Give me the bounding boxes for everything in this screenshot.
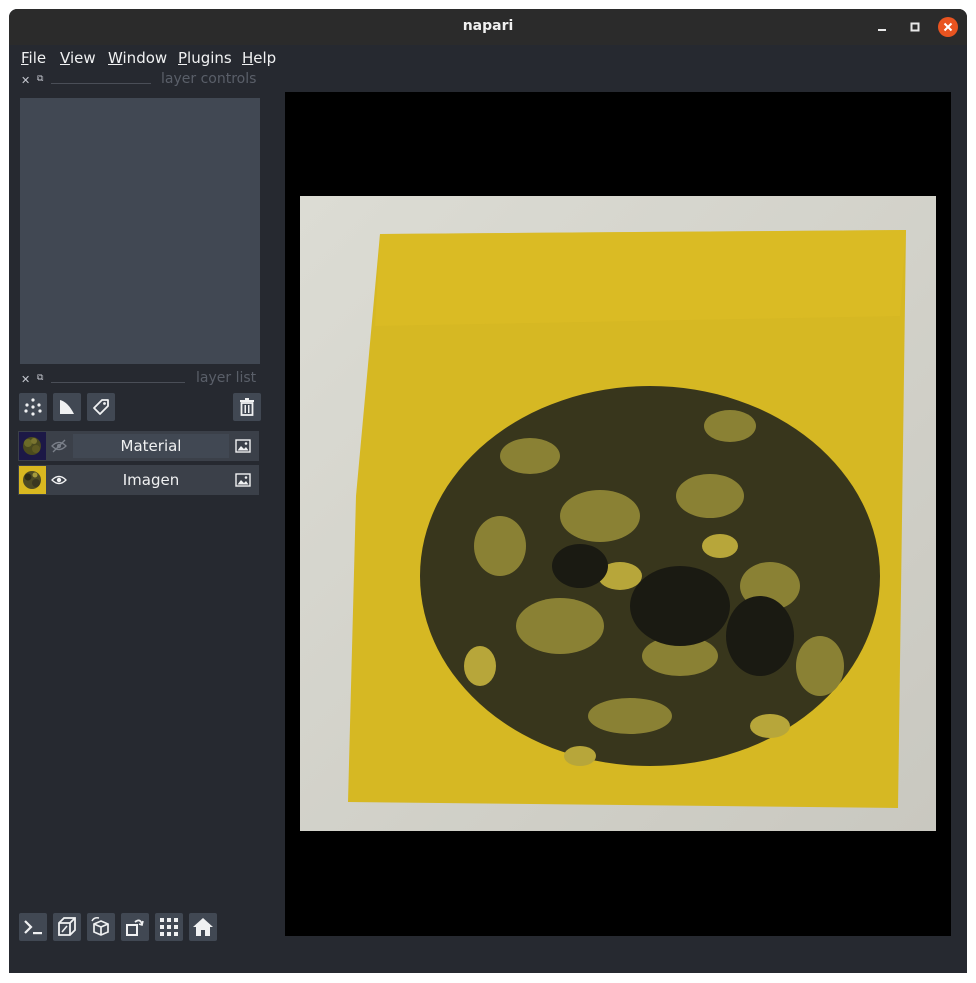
layer-list-title: layer list <box>196 370 257 386</box>
layer-controls-title: layer controls <box>161 71 257 87</box>
roll-dims-button[interactable] <box>87 913 115 941</box>
new-points-layer-icon <box>24 398 42 416</box>
close-icon[interactable] <box>938 17 958 37</box>
transpose-dims-button[interactable] <box>121 913 149 941</box>
layer-row-material[interactable]: Material <box>18 431 259 461</box>
layer-name-field[interactable]: Material <box>73 434 229 458</box>
dock-title-divider <box>51 382 185 383</box>
menu-plugins[interactable]: Plugins <box>178 49 232 67</box>
menu-bar: File View Window Plugins Help <box>9 45 967 69</box>
delete-layer-icon <box>240 398 254 416</box>
image-layer-render <box>300 196 936 831</box>
image-layer-icon <box>235 472 251 492</box>
dock-float-icon[interactable]: ⧉ <box>37 373 43 383</box>
ndisplay-icon <box>58 917 76 936</box>
dock-close-icon[interactable]: ✕ <box>21 373 30 386</box>
image-layer-icon <box>235 438 251 458</box>
viewer-canvas[interactable] <box>285 92 951 936</box>
new-labels-layer-icon <box>93 399 109 415</box>
menu-file[interactable]: File <box>21 49 46 67</box>
dock-title-divider <box>51 83 151 84</box>
title-bar[interactable]: napari <box>9 9 967 45</box>
layer-list-dock-title: ✕ ⧉ layer list <box>21 370 261 388</box>
delete-layer-button[interactable] <box>233 393 261 421</box>
grid-mode-icon <box>160 918 178 936</box>
dock-close-icon[interactable]: ✕ <box>21 74 30 87</box>
new-labels-layer-button[interactable] <box>87 393 115 421</box>
layer-name-field[interactable]: Imagen <box>73 468 229 492</box>
menu-help[interactable]: Help <box>242 49 276 67</box>
maximize-icon[interactable] <box>905 17 925 37</box>
new-points-layer-button[interactable] <box>19 393 47 421</box>
layer-thumbnail <box>19 466 46 494</box>
layer-row-imagen[interactable]: Imagen <box>18 465 259 495</box>
new-shapes-layer-icon <box>60 400 74 414</box>
minimize-icon[interactable] <box>872 17 892 37</box>
layer-thumbnail <box>19 432 46 460</box>
console-icon <box>24 920 42 935</box>
console-button[interactable] <box>19 913 47 941</box>
napari-window: napari File View Window Plugins Help ✕ ⧉… <box>9 9 967 973</box>
menu-view[interactable]: View <box>60 49 96 67</box>
dock-float-icon[interactable]: ⧉ <box>37 74 43 84</box>
home-button[interactable] <box>189 913 217 941</box>
grid-mode-button[interactable] <box>155 913 183 941</box>
window-title: napari <box>462 18 514 34</box>
visibility-off-icon[interactable] <box>51 438 67 454</box>
visibility-on-icon[interactable] <box>51 472 67 488</box>
transpose-dims-icon <box>126 919 144 936</box>
layer-controls-panel <box>20 98 260 364</box>
menu-window[interactable]: Window <box>108 49 167 67</box>
layer-controls-dock-title: ✕ ⧉ layer controls <box>21 71 261 89</box>
new-shapes-layer-button[interactable] <box>53 393 81 421</box>
home-icon <box>193 918 213 936</box>
roll-dims-icon <box>91 917 109 936</box>
ndisplay-button[interactable] <box>53 913 81 941</box>
